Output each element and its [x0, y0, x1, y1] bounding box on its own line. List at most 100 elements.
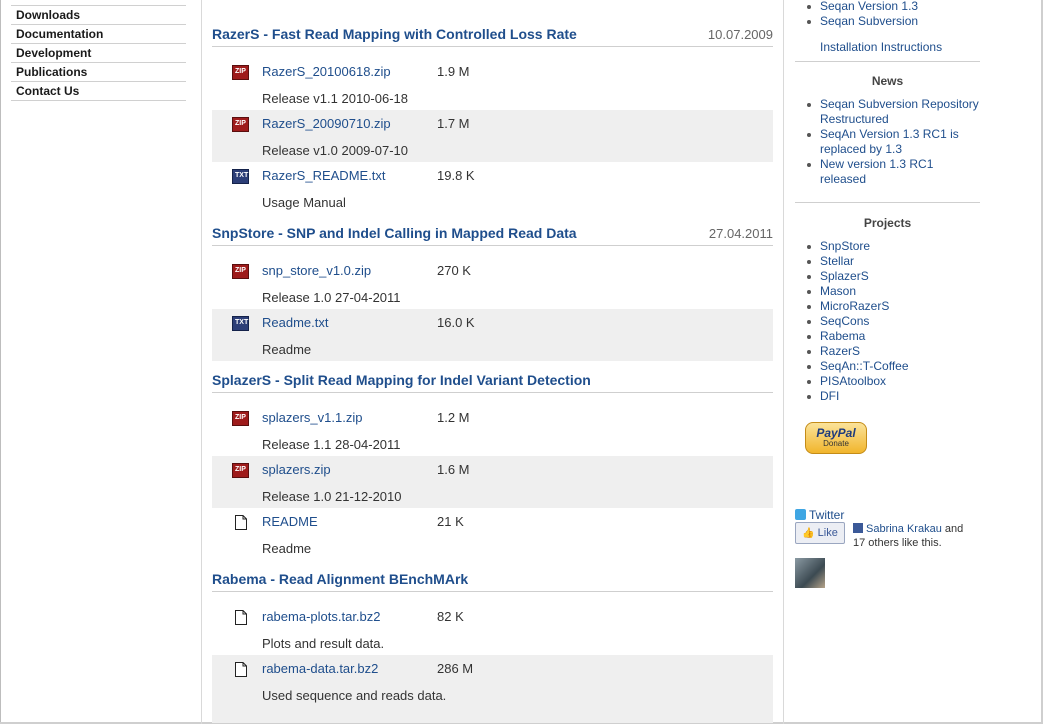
bullet-icon	[807, 103, 811, 107]
divider	[795, 61, 980, 62]
file-description: Used sequence and reads data.	[262, 688, 447, 703]
file-description: Release 1.1 28-04-2011	[262, 437, 401, 452]
list-item: SplazerS	[795, 269, 909, 284]
projects-list: SnpStore Stellar SplazerS Mason MicroRaz…	[795, 239, 909, 404]
file-link[interactable]: rabema-data.tar.bz2	[262, 661, 378, 676]
twitter-link[interactable]: Twitter	[795, 508, 844, 522]
zip-file-icon: ZIP	[232, 65, 249, 80]
download-section-snpstore: SnpStore - SNP and Indel Calling in Mapp…	[212, 225, 773, 361]
project-link[interactable]: SnpStore	[820, 239, 870, 253]
section-title[interactable]: SnpStore - SNP and Indel Calling in Mapp…	[212, 225, 577, 241]
section-title[interactable]: SplazerS - Split Read Mapping for Indel …	[212, 372, 591, 388]
avatar[interactable]	[795, 558, 825, 588]
link-seqan-version[interactable]: Seqan Version 1.3	[820, 0, 918, 13]
twitter-label[interactable]: Twitter	[809, 508, 844, 522]
column-divider	[201, 0, 202, 724]
news-link[interactable]: Seqan Subversion Repository Restructured	[820, 97, 979, 126]
file-description: Release v1.0 2009-07-10	[262, 143, 408, 158]
twitter-icon	[795, 509, 806, 520]
file-size: 21 K	[437, 514, 464, 529]
project-link[interactable]: SplazerS	[820, 269, 869, 283]
bullet-icon	[807, 380, 811, 384]
paypal-donate-button[interactable]: PayPal Donate	[805, 422, 867, 454]
list-item: RazerS	[795, 344, 909, 359]
window-left-border	[0, 0, 1, 724]
txt-file-icon: TXT	[232, 169, 249, 184]
section-header: SplazerS - Split Read Mapping for Indel …	[212, 372, 773, 393]
section-header: Rabema - Read Alignment BEnchMArk	[212, 571, 773, 592]
file-size: 270 K	[437, 263, 471, 278]
download-section-rabema: Rabema - Read Alignment BEnchMArk rabema…	[212, 571, 773, 723]
file-row: README 21 K Readme	[212, 508, 773, 560]
list-item: DFI	[795, 389, 909, 404]
bullet-icon	[807, 320, 811, 324]
file-row: rabema-plots.tar.bz2 82 K Plots and resu…	[212, 603, 773, 655]
news-link[interactable]: New version 1.3 RC1 released	[820, 157, 933, 186]
document-icon	[235, 515, 247, 530]
column-divider	[783, 0, 784, 724]
project-link[interactable]: SeqAn::T-Coffee	[820, 359, 909, 373]
file-link[interactable]: RazerS_README.txt	[262, 168, 386, 183]
fb-friend-link[interactable]: Sabrina Krakau	[866, 523, 942, 535]
file-description: Readme	[262, 541, 312, 556]
file-description: Usage Manual	[262, 195, 346, 210]
nav-item-downloads[interactable]: Downloads	[11, 6, 186, 25]
project-link[interactable]: Stellar	[820, 254, 854, 268]
file-size: 19.8 K	[437, 168, 475, 183]
bullet-icon	[807, 365, 811, 369]
file-description: Release 1.0 21-12-2010	[262, 489, 402, 504]
file-row: TXT Readme.txt 16.0 K Readme	[212, 309, 773, 361]
list-item: SeqAn::T-Coffee	[795, 359, 909, 374]
file-list: rabema-plots.tar.bz2 82 K Plots and resu…	[212, 603, 773, 723]
project-link[interactable]: Rabema	[820, 329, 865, 343]
section-date: 27.04.2011	[708, 226, 773, 241]
nav-item-development[interactable]: Development	[11, 44, 186, 63]
left-navigation: Downloads Documentation Development Publ…	[11, 0, 186, 101]
link-installation-instructions[interactable]: Installation Instructions	[820, 40, 942, 54]
file-link[interactable]: RazerS_20090710.zip	[262, 116, 391, 131]
nav-item-publications[interactable]: Publications	[11, 63, 186, 82]
file-link[interactable]: splazers.zip	[262, 462, 331, 477]
facebook-like-button[interactable]: 👍 Like	[795, 522, 845, 544]
link-seqan-subversion[interactable]: Seqan Subversion	[820, 14, 918, 28]
projects-heading: Projects	[863, 216, 912, 230]
list-item: PISAtoolbox	[795, 374, 909, 389]
bullet-icon	[807, 163, 811, 167]
zip-file-icon: ZIP	[232, 463, 249, 478]
section-title[interactable]: Rabema - Read Alignment BEnchMArk	[212, 571, 468, 587]
bullet-icon	[807, 350, 811, 354]
seqan-links: Seqan Version 1.3 Seqan Subversion	[795, 0, 918, 29]
bullet-icon	[807, 260, 811, 264]
file-description: Plots and result data.	[262, 636, 385, 651]
list-item: SeqCons	[795, 314, 909, 329]
file-link[interactable]: README	[262, 514, 318, 529]
project-link[interactable]: PISAtoolbox	[820, 374, 886, 388]
nav-item-documentation[interactable]: Documentation	[11, 25, 186, 44]
file-link[interactable]: rabema-plots.tar.bz2	[262, 609, 381, 624]
project-link[interactable]: RazerS	[820, 344, 860, 358]
project-link[interactable]: DFI	[820, 389, 839, 403]
project-link[interactable]: Mason	[820, 284, 856, 298]
list-item: New version 1.3 RC1 released	[795, 157, 980, 187]
facebook-icon	[853, 523, 863, 533]
file-link[interactable]: snp_store_v1.0.zip	[262, 263, 371, 278]
file-link[interactable]: RazerS_20100618.zip	[262, 64, 391, 79]
like-label: Like	[817, 527, 838, 539]
download-section-splazers: SplazerS - Split Read Mapping for Indel …	[212, 372, 773, 560]
file-row: ZIP snp_store_v1.0.zip 270 K Release 1.0…	[212, 257, 773, 309]
project-link[interactable]: SeqCons	[820, 314, 869, 328]
section-date: 10.07.2009	[707, 27, 773, 42]
file-row: ZIP RazerS_20090710.zip 1.7 M Release v1…	[212, 110, 773, 162]
file-link[interactable]: splazers_v1.1.zip	[262, 410, 362, 425]
bullet-icon	[807, 335, 811, 339]
list-item: Stellar	[795, 254, 909, 269]
bullet-icon	[807, 275, 811, 279]
project-link[interactable]: MicroRazerS	[820, 299, 889, 313]
file-size: 82 K	[437, 609, 464, 624]
list-item: Rabema	[795, 329, 909, 344]
section-title[interactable]: RazerS - Fast Read Mapping with Controll…	[212, 26, 577, 42]
file-size: 286 M	[437, 661, 474, 676]
news-link[interactable]: SeqAn Version 1.3 RC1 is replaced by 1.3	[820, 127, 959, 156]
nav-item-contact-us[interactable]: Contact Us	[11, 82, 186, 101]
file-link[interactable]: Readme.txt	[262, 315, 328, 330]
